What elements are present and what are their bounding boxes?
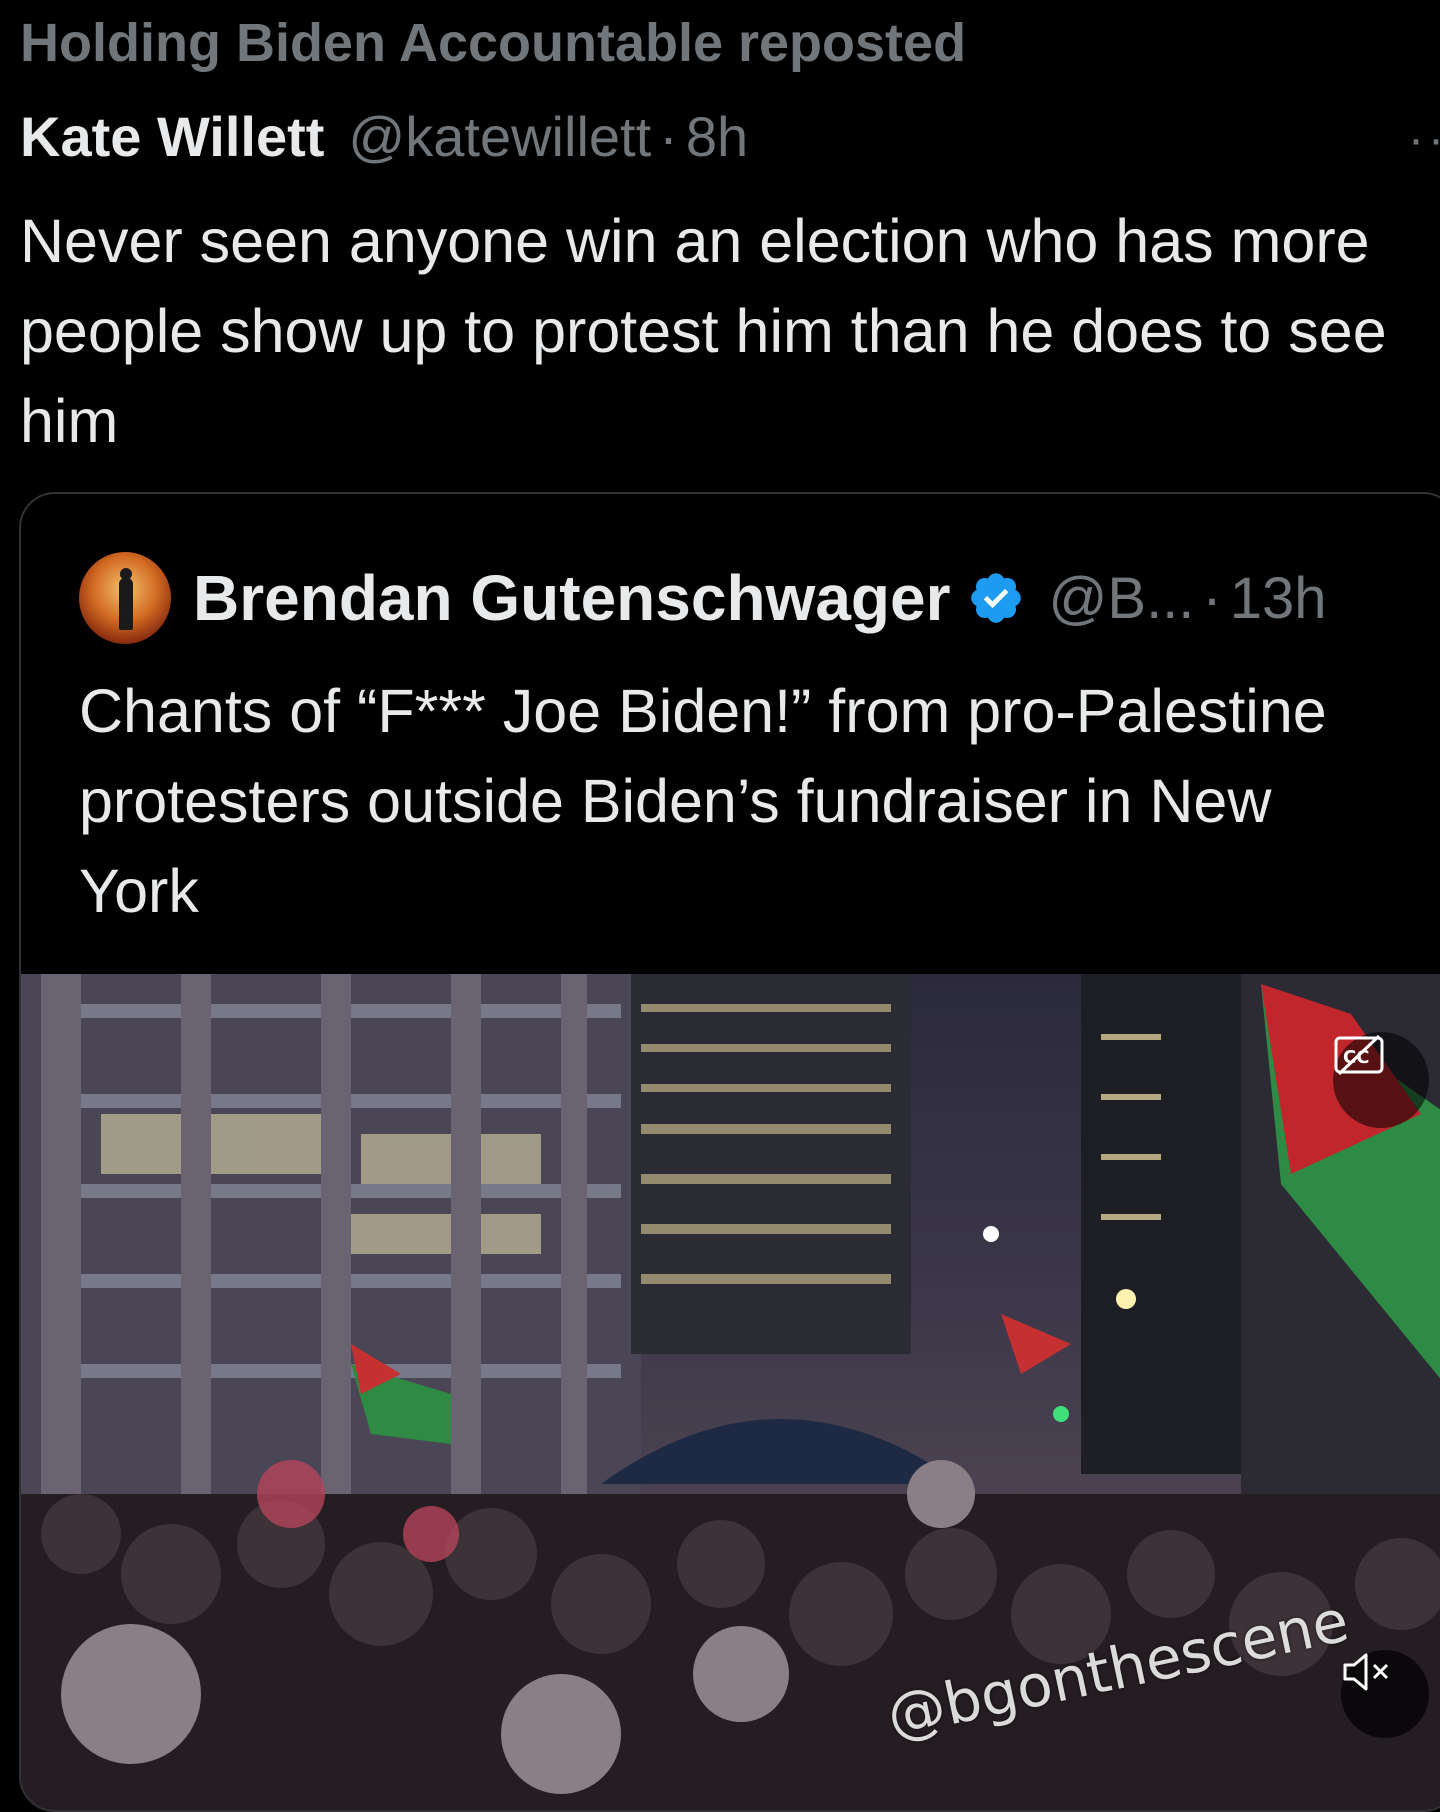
separator-dot: · [659, 105, 678, 168]
verified-badge-icon [970, 573, 1021, 623]
separator-dot: · [1202, 565, 1222, 631]
mute-button[interactable] [1341, 1650, 1429, 1738]
quoted-author-handle[interactable]: @B... [1049, 565, 1195, 632]
avatar[interactable] [79, 552, 171, 644]
more-options-icon[interactable]: ·· [1408, 112, 1440, 167]
tweet-timestamp[interactable]: 8h [686, 104, 748, 169]
video-player[interactable]: CC @bgonthescene [21, 974, 1440, 1810]
author-handle[interactable]: @katewillett [348, 104, 651, 169]
closed-captions-icon: CC [1334, 1034, 1384, 1076]
tweet-author-row: Kate Willett @katewillett · 8h [20, 104, 748, 169]
quoted-author-name[interactable]: Brendan Gutenschwager [193, 561, 951, 635]
video-frame-scene [21, 974, 1440, 1810]
author-name[interactable]: Kate Willett [20, 104, 324, 169]
quoted-tweet-card[interactable]: Brendan Gutenschwager @B... · 13h Chants… [19, 492, 1440, 1812]
repost-indicator[interactable]: Holding Biden Accountable reposted [20, 12, 966, 74]
quoted-timestamp[interactable]: 13h [1230, 565, 1327, 632]
tweet-text: Never seen anyone win an election who ha… [20, 207, 1387, 455]
quoted-tweet-text: Chants of “F*** Joe Biden!” from pro-Pal… [79, 677, 1327, 925]
muted-speaker-icon [1343, 1653, 1389, 1691]
quoted-author-row: Brendan Gutenschwager @B... · 13h [79, 552, 1327, 644]
captions-button[interactable]: CC [1333, 1032, 1429, 1128]
